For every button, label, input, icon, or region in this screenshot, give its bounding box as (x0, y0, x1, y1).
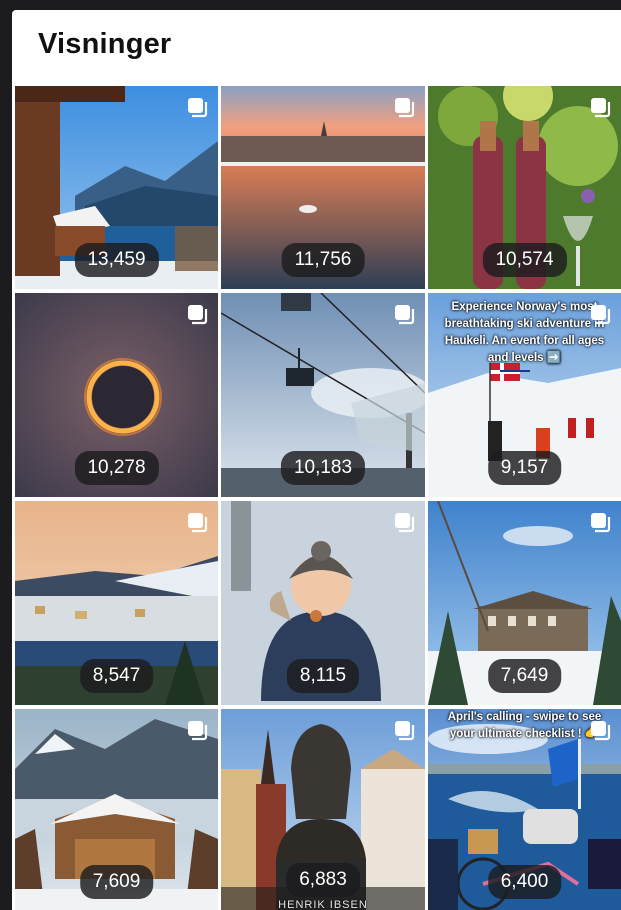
post-tile[interactable]: 8,115 (221, 501, 425, 705)
view-count: 10,183 (280, 451, 366, 485)
post-caption: April's calling - swipe to see your ulti… (447, 711, 602, 740)
carousel-icon (591, 513, 611, 533)
carousel-icon (188, 305, 208, 325)
view-count: 6,883 (286, 863, 360, 897)
post-tile[interactable]: 10,574 (428, 86, 621, 289)
view-count: 11,756 (281, 243, 365, 277)
carousel-icon (395, 305, 415, 325)
post-tile[interactable]: Experience Norway's most breathtaking sk… (428, 293, 621, 497)
post-tile[interactable]: 7,649 (428, 501, 621, 705)
post-caption: Experience Norway's most breathtaking sk… (444, 301, 605, 364)
carousel-icon (591, 721, 611, 741)
post-tile[interactable]: HENRIK IBSEN 6,883 (221, 709, 425, 910)
post-tile[interactable]: 10,278 (15, 293, 218, 497)
post-tile[interactable]: 7,609 (15, 709, 218, 910)
post-tile[interactable]: 11,756 (221, 86, 425, 289)
insights-panel: Visninger 13,459 11,756 10,574 10,278 10… (12, 10, 621, 910)
post-tile[interactable]: 8,547 (15, 501, 218, 705)
post-tile[interactable]: 10,183 (221, 293, 425, 497)
view-count: 13,459 (74, 243, 159, 277)
carousel-icon (188, 513, 208, 533)
view-count: 7,609 (79, 865, 154, 899)
carousel-icon (591, 305, 611, 325)
carousel-icon (395, 98, 415, 118)
view-count: 10,278 (74, 451, 159, 485)
post-caption: HENRIK IBSEN (278, 899, 368, 910)
view-count: 8,115 (286, 659, 360, 693)
carousel-icon (395, 721, 415, 741)
post-tile[interactable]: April's calling - swipe to see your ulti… (428, 709, 621, 910)
post-tile[interactable]: 13,459 (15, 86, 218, 289)
view-count: 6,400 (487, 865, 562, 899)
carousel-icon (395, 513, 415, 533)
view-count: 8,547 (79, 659, 154, 693)
posts-grid: 13,459 11,756 10,574 10,278 10,183 Exper… (15, 86, 621, 910)
page-title: Visninger (38, 28, 172, 60)
carousel-icon (188, 721, 208, 741)
carousel-icon (591, 98, 611, 118)
view-count: 10,574 (482, 243, 567, 277)
carousel-icon (188, 98, 208, 118)
view-count: 7,649 (487, 659, 562, 693)
view-count: 9,157 (487, 451, 562, 485)
